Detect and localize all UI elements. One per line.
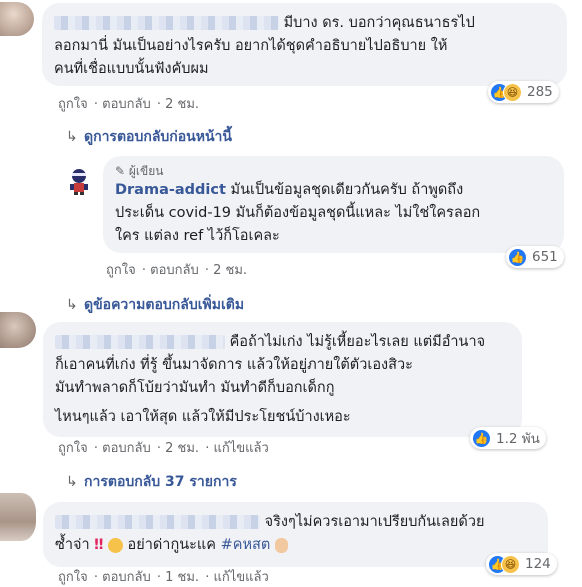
comment-text: ไหนๆแล้ว เอาให้สุด แล้วให้มีประโยชน์บ้าง… (55, 409, 351, 425)
edited-label[interactable]: แก้ไขแล้ว (213, 441, 268, 456)
comment-actions: ถูกใจ · ตอบกลับ · 2 ชม. (58, 97, 200, 112)
comment-text: อย่าด่ากูนะแค (127, 537, 216, 553)
reply-link[interactable]: ตอบกลับ (150, 263, 199, 278)
double-exclamation-icon: ‼ (94, 537, 104, 553)
comment-text: มันทำพลาดก็โบ้ยว่ามันทำ มันทำดีก็บอกเด็ก… (55, 380, 335, 396)
commenter-avatar[interactable] (0, 312, 36, 348)
reaction-summary[interactable]: 👍 651 (506, 246, 564, 268)
redacted-name (55, 515, 260, 529)
comment-text: คือถ้าไม่เก่ง ไม่รู้เหี้ยอะไรเลย แต่มีอำ… (229, 334, 486, 350)
commenter-avatar[interactable] (0, 493, 36, 541)
comment-text: มีบาง ดร. บอกว่าคุณธนาธรไป (283, 15, 475, 31)
comment-bubble: มีบาง ดร. บอกว่าคุณธนาธรไป ลอกมานี่ มันเ… (42, 3, 567, 86)
like-link[interactable]: ถูกใจ (58, 97, 88, 112)
page-avatar[interactable] (63, 164, 95, 196)
commenter-avatar[interactable] (0, 2, 34, 36)
view-previous-replies-link[interactable]: ↳ ดูการตอบกลับก่อนหน้านี้ (66, 126, 232, 148)
reaction-count: 285 (527, 84, 553, 100)
pray-emoji-icon (274, 537, 288, 553)
timestamp[interactable]: 2 ชม. (165, 97, 199, 112)
comment-actions: ถูกใจ · ตอบกลับ · 1 ชม. · แก้ไขแล้ว (58, 570, 269, 585)
reply-arrow-icon: ↳ (66, 297, 78, 313)
haha-icon: 😆 (503, 82, 522, 102)
laughing-emoji-icon (107, 537, 123, 553)
reply-link[interactable]: ตอบกลับ (102, 97, 151, 112)
comment-text: คนที่เชื่อแบบนั้นฟังคับผม (54, 61, 209, 77)
reply-count-link[interactable]: ↳ การตอบกลับ 37 รายการ (66, 471, 237, 493)
reaction-summary[interactable]: 👍 😆 124 (486, 553, 557, 575)
comment-actions: ถูกใจ · ตอบกลับ · 2 ชม. (106, 263, 248, 278)
author-reply-bubble: ✎ ผู้เขียน Drama-addict มันเป็นข้อมูลชุด… (103, 156, 564, 253)
comment-text: ใคร แต่ลง ref ไว้ก็โอเคละ (115, 228, 280, 244)
reaction-count: 651 (532, 249, 558, 265)
reply-link[interactable]: ตอบกลับ (102, 441, 151, 456)
like-link[interactable]: ถูกใจ (58, 441, 88, 456)
thumbs-up-icon: 👍 (472, 428, 491, 448)
timestamp[interactable]: 2 ชม. (213, 263, 247, 278)
reaction-summary[interactable]: 👍 1.2 พัน (470, 427, 546, 449)
author-name-link[interactable]: Drama-addict (115, 182, 226, 198)
comment-text: มันเป็นข้อมูลชุดเดียวกันครับ ถ้าพูดถึง (230, 182, 464, 198)
comment-bubble: จริงๆไม่ควรเอามาเปรียบกันเลยด้วย ซ้ำจ่า … (43, 502, 548, 567)
author-badge: ✎ ผู้เขียน (115, 164, 164, 178)
reply-arrow-icon: ↳ (66, 474, 78, 490)
reaction-count: 1.2 พัน (496, 431, 540, 447)
comment-text: ซ้ำจ่า (55, 537, 90, 553)
pen-icon: ✎ (115, 164, 126, 178)
redacted-name (54, 16, 279, 30)
haha-icon: 😆 (501, 554, 520, 574)
like-link[interactable]: ถูกใจ (106, 263, 136, 278)
comment-bubble: คือถ้าไม่เก่ง ไม่รู้เหี้ยอะไรเลย แต่มีอำ… (43, 322, 522, 437)
comment-text: ก็เอาคนที่เก่ง ที่รู้ ขึ้นมาจัดการ แล้วใ… (55, 357, 413, 373)
hashtag-link[interactable]: #คหสต (221, 537, 271, 553)
thumbs-up-icon: 👍 (508, 247, 527, 267)
reply-arrow-icon: ↳ (66, 129, 78, 145)
redacted-name (55, 335, 225, 349)
reaction-summary[interactable]: 👍 😆 285 (488, 81, 559, 103)
comment-actions: ถูกใจ · ตอบกลับ · 2 ชม. · แก้ไขแล้ว (58, 441, 269, 456)
comment-text: จริงๆไม่ควรเอามาเปรียบกันเลยด้วย (264, 514, 485, 530)
comment-text: ลอกมานี่ มันเป็นอย่างไรครับ อยากได้ชุดคำ… (54, 38, 448, 54)
comment-text: ประเด็น covid-19 มันก็ต้องข้อมูลชุดนี้แห… (115, 205, 481, 221)
reaction-count: 124 (525, 556, 551, 572)
view-more-replies-link[interactable]: ↳ ดูข้อความตอบกลับเพิ่มเติม (66, 294, 244, 316)
timestamp[interactable]: 2 ชม. (165, 441, 199, 456)
